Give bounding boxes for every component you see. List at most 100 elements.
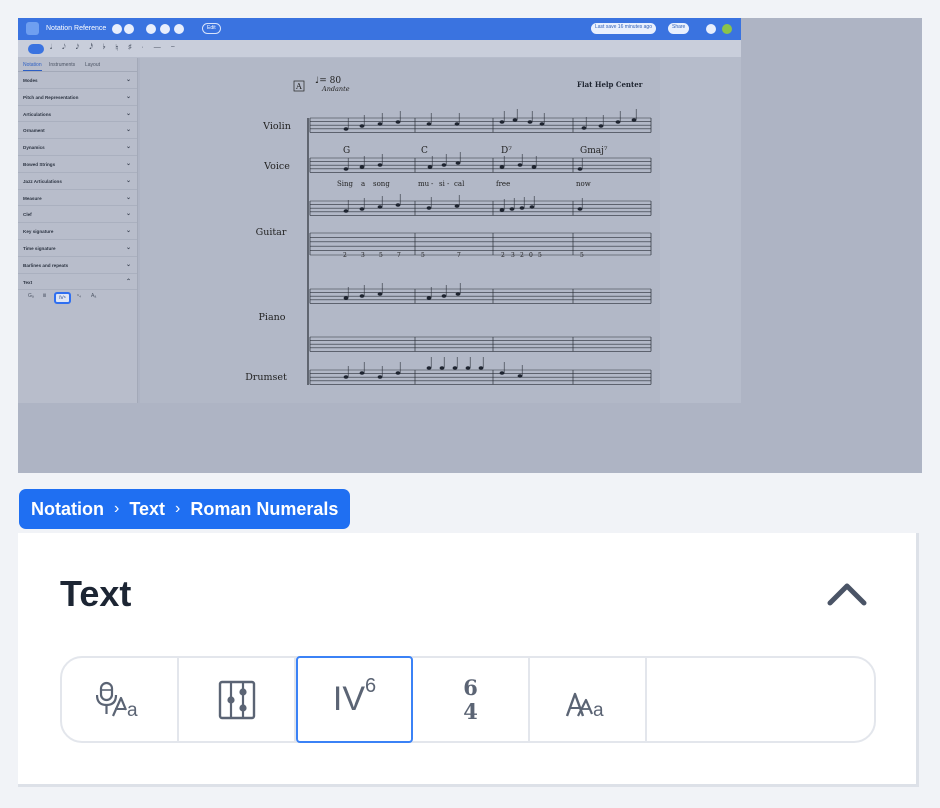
note-head [465,366,471,370]
avatar[interactable] [722,24,732,34]
edit-mode-button[interactable]: Edit [202,23,221,34]
loop-icon[interactable] [160,24,170,34]
text-tool-button[interactable]: a [530,658,647,741]
note-head [499,371,505,375]
roman-numeral-main: IV [332,680,365,718]
settings-icon[interactable] [174,24,184,34]
chevron-down-icon: ⌄ [125,110,131,117]
note-head [377,122,383,126]
note-head [359,371,365,375]
share-button[interactable]: Share [668,23,690,34]
note-head [455,292,461,296]
note-head [343,167,349,171]
category-label: Dynamics [23,145,45,151]
tab-number: 5 [379,252,383,259]
figured-bass-tool-mini[interactable]: ⁶₄ [77,293,81,299]
last-save-status: Last save 16 minutes ago [591,23,656,34]
tab-number: 5 [580,252,584,259]
metronome-icon[interactable] [146,24,156,34]
breadcrumb-item[interactable]: Text [129,499,165,520]
note-head [377,292,383,296]
chevron-down-icon: ⌄ [125,228,131,235]
note-head [377,205,383,209]
tab-number: 7 [397,252,401,259]
note-head [577,167,583,171]
fretboard-tool-mini[interactable]: Ⅲ [43,293,46,299]
play-icon[interactable] [124,24,134,34]
breadcrumb-item-current: Roman Numerals [190,498,339,519]
category-barlines[interactable]: Barlines and repeats ⌄ [18,257,137,274]
lyrics-tool-mini[interactable]: Gₐ [28,293,34,299]
category-measure[interactable]: Measure ⌄ [18,190,137,207]
figured-bass-tool-button[interactable]: 6 4 [413,658,530,741]
category-jazz[interactable]: Jazz Articulations ⌄ [18,173,137,190]
category-label: Key signature [23,229,54,235]
input-mode-toggle[interactable] [28,44,44,54]
roman-numeral-tool-mini[interactable]: Ⅳ⁶ [54,292,71,305]
tab-number: 5 [421,252,425,259]
lyric: mu [418,180,430,188]
note-head [499,165,505,169]
note-head [454,204,460,208]
note-head [509,207,515,211]
score-canvas[interactable]: Flat Help Center A ♩= 80 Andante Violin … [140,58,741,403]
note-head [631,118,637,122]
breadcrumb-item[interactable]: Notation [31,499,104,520]
tab-notation[interactable]: Notation [23,62,42,71]
rewind-icon[interactable] [112,24,122,34]
note-head [426,122,432,126]
roman-numeral-tool-button[interactable]: IV6 [296,656,413,743]
text-tool-group: a IV6 6 4 a [60,656,876,743]
help-icon[interactable] [706,24,716,34]
category-time-signature[interactable]: Time signature ⌄ [18,240,137,257]
category-pitch[interactable]: Pitch and Representation ⌄ [18,89,137,106]
tab-number: 3 [511,252,515,259]
flat-logo-icon[interactable] [26,22,39,35]
note-head [454,122,460,126]
category-ornament[interactable]: Ornament ⌄ [18,122,137,140]
tab-number: 3 [361,252,365,259]
note-head [343,209,349,213]
note-head [343,296,349,300]
section-title: Text [60,573,132,614]
category-label: Articulations [23,111,52,117]
lyrics-tool-button[interactable]: a [62,658,179,741]
lyric: song [373,180,390,188]
category-dynamics[interactable]: Dynamics ⌄ [18,139,137,156]
text-tool-mini[interactable]: Aₐ [91,293,96,299]
note-head [539,122,545,126]
note-head [426,366,432,370]
score-notation: A ♩= 80 Andante Violin Voice Guitar Pian… [245,76,652,385]
figured-bass-bottom: 4 [463,698,478,724]
score-title: Notation Reference [46,25,107,32]
tab-instruments[interactable]: Instruments [49,62,75,68]
chevron-up-icon[interactable] [826,581,868,607]
notation-sidebar: Notation Instruments Layout Modes ⌄ Pitch… [18,58,138,403]
category-bowed-strings[interactable]: Bowed Strings ⌄ [18,156,137,173]
tab-number: 5 [538,252,542,259]
category-label: Ornament [23,128,45,134]
note-head [615,120,621,124]
category-text[interactable]: Text ⌃ [18,274,137,291]
category-clef[interactable]: Clef ⌄ [18,206,137,224]
lyric: Sing [337,180,354,188]
note-head [478,366,484,370]
lyric: - [431,180,434,188]
fretboard-tool-button[interactable] [179,658,296,741]
note-head [343,127,349,131]
instrument-guitar: Guitar [256,227,287,238]
category-articulations[interactable]: Articulations ⌄ [18,106,137,123]
app-screenshot: Notation Reference Edit Last save 16 min… [18,18,922,473]
category-modes[interactable]: Modes ⌄ [18,72,137,89]
note-duration-tools[interactable]: 𝅘𝅥 𝅘𝅥𝅮 𝅘𝅥𝅯 𝅘𝅥𝅰 ♭ ♮ ♯ · — ~ [50,44,179,52]
chord-symbol: C [421,146,428,156]
chevron-down-icon: ⌄ [125,194,131,201]
category-label: Bowed Strings [23,161,56,167]
tab-layout[interactable]: Layout [85,62,100,68]
category-label: Clef [23,212,32,218]
note-head [517,374,523,378]
tab-number: 2 [343,252,347,259]
category-key-signature[interactable]: Key signature ⌄ [18,223,137,240]
note-head [441,163,447,167]
note-head [427,165,433,169]
